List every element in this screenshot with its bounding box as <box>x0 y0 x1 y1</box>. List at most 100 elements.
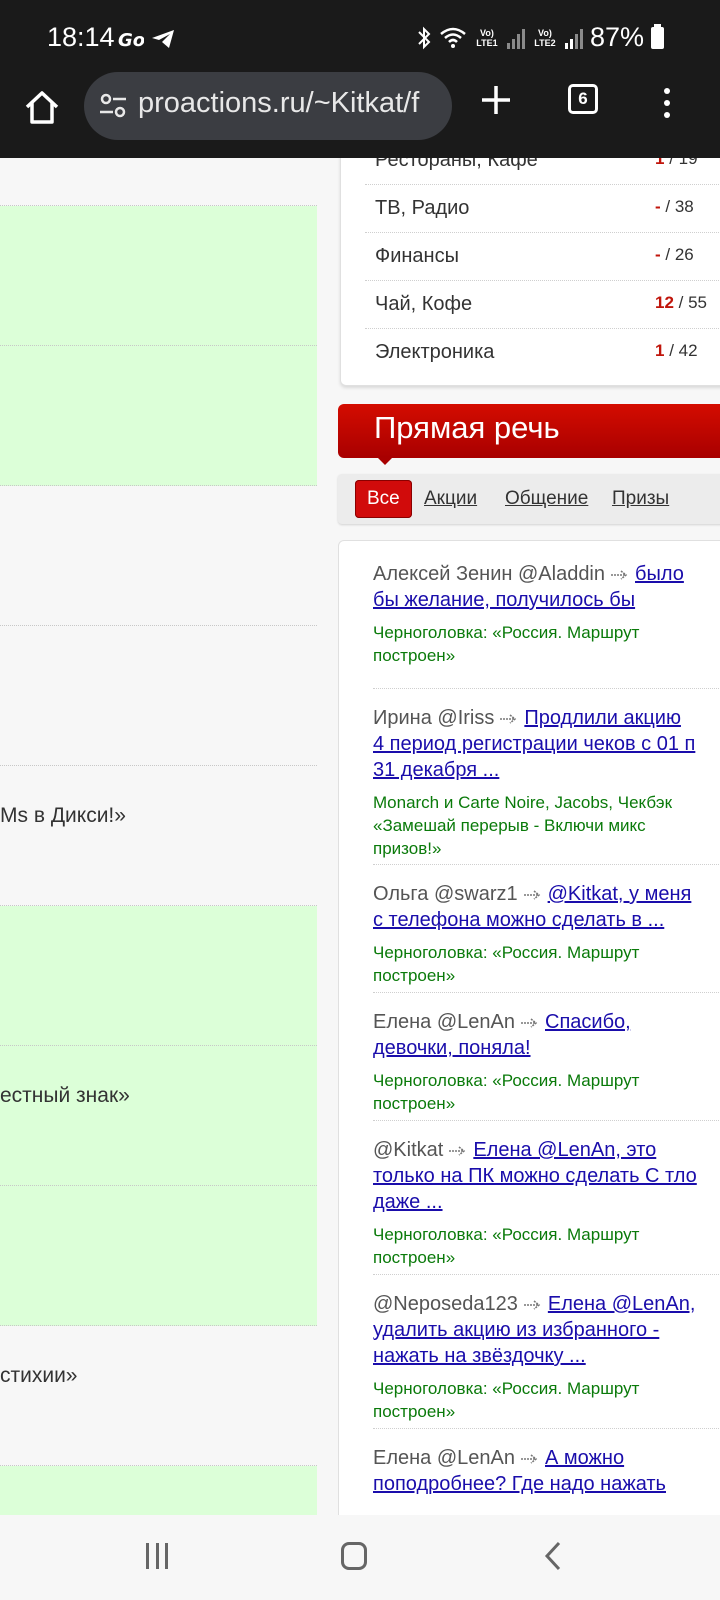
direct-speech-header: Прямая речь <box>338 404 720 465</box>
home-button-icon[interactable] <box>341 1542 367 1570</box>
tab-promos[interactable]: Акции <box>424 480 477 518</box>
list-item-title: естный знак» <box>0 1084 130 1107</box>
post-link[interactable]: даже ... <box>373 1191 443 1213</box>
list-item[interactable] <box>0 206 317 346</box>
category-row[interactable]: Рестораны, Кафе 1 / 19 <box>365 158 720 185</box>
post-source[interactable]: Черноголовка: «Россия. Маршрут построен» <box>373 1223 720 1269</box>
list-item: Ирина @Iriss Продлили акцию 4 период реги… <box>373 689 720 865</box>
list-item-title: Ms в Дикси!» <box>0 804 126 827</box>
status-right-group: Vo) LTE1 Vo) LTE2 87% <box>416 22 664 53</box>
category-row[interactable]: ТВ, Радио - / 38 <box>365 185 720 233</box>
list-item[interactable]: Ms в Дикси!» <box>0 766 317 906</box>
list-item[interactable] <box>0 906 317 1046</box>
post-link[interactable]: нажать на звёздочку ... <box>373 1345 586 1367</box>
post-link[interactable]: Елена @LenAn, <box>548 1293 696 1315</box>
left-promo-list: Ms в Дикси!» естный знак» стихии» <box>0 158 317 1515</box>
home-icon[interactable] <box>22 88 62 128</box>
more-menu-icon[interactable] <box>662 88 672 122</box>
post-link[interactable]: только на ПК можно сделать С тло <box>373 1165 697 1187</box>
category-name: Чай, Кофе <box>375 293 473 315</box>
tabs-icon[interactable]: 6 <box>568 84 598 114</box>
battery-icon <box>651 23 664 49</box>
back-icon[interactable] <box>543 1541 563 1571</box>
post-link[interactable]: Елена @LenAn, это <box>473 1139 656 1161</box>
site-settings-icon[interactable] <box>98 91 128 121</box>
post-source[interactable]: Черноголовка: «Россия. Маршрут построен» <box>373 1377 720 1423</box>
list-item[interactable]: стихии» <box>0 1326 317 1466</box>
wifi-icon <box>440 27 466 48</box>
signal-icon-2 <box>564 27 583 49</box>
list-item: @Kitkat Елена @LenAn, это только на ПК мо… <box>373 1121 720 1275</box>
filter-tabs: Все Акции Общение Призы <box>338 474 720 524</box>
reply-arrow-icon <box>611 570 628 580</box>
category-count: 12 / 55 <box>655 293 708 312</box>
list-item[interactable] <box>0 1466 317 1515</box>
web-content: Ms в Дикси!» естный знак» стихии» Рестор… <box>0 158 720 1515</box>
post-source[interactable]: Черноголовка: «Россия. Маршрут построен» <box>373 621 720 667</box>
bluetooth-icon <box>418 26 431 49</box>
direct-speech-title: Прямая речь <box>374 410 560 445</box>
post-source[interactable]: Черноголовка: «Россия. Маршрут построен» <box>373 941 720 987</box>
category-name: Электроника <box>375 341 495 363</box>
category-count: - / 26 <box>655 245 694 264</box>
reply-arrow-icon <box>521 1454 538 1464</box>
post-link[interactable]: девочки, поняла! <box>373 1037 531 1059</box>
category-count: 1 / 42 <box>655 341 698 360</box>
address-bar[interactable]: proactions.ru/~Kitkat/f <box>84 72 452 140</box>
list-item-title: стихии» <box>0 1364 78 1387</box>
reply-arrow-icon <box>523 1300 541 1310</box>
reply-arrow-icon <box>521 1018 538 1028</box>
tab-prizes[interactable]: Призы <box>612 480 669 518</box>
signal-icon <box>506 27 525 49</box>
list-item[interactable]: естный знак» <box>0 1046 317 1186</box>
category-list: Рестораны, Кафе 1 / 19 ТВ, Радио - / 38 … <box>340 158 720 386</box>
post-author[interactable]: Ирина @Iriss <box>373 707 494 729</box>
tab-all[interactable]: Все <box>355 480 412 518</box>
post-link[interactable]: с телефона можно сделать в ... <box>373 909 664 931</box>
post-link[interactable]: А можно <box>545 1447 624 1469</box>
category-row[interactable]: Чай, Кофе 12 / 55 <box>365 281 720 329</box>
post-link[interactable]: Продлили акцию <box>524 707 681 729</box>
post-author[interactable]: @Kitkat <box>373 1139 443 1161</box>
list-item[interactable] <box>0 486 317 626</box>
post-link[interactable]: 4 период регистрации чеков с 01 п <box>373 733 695 755</box>
category-count: - / 38 <box>655 197 694 216</box>
post-author[interactable]: Ольга @swarz1 <box>373 883 518 905</box>
recent-apps-icon[interactable] <box>146 1543 168 1571</box>
post-link[interactable]: поподробнее? Где надо нажать <box>373 1473 666 1495</box>
list-item[interactable] <box>0 346 317 486</box>
list-item[interactable] <box>0 626 317 766</box>
post-source[interactable]: Черноголовка: «Россия. Маршрут построен» <box>373 1069 720 1115</box>
new-tab-icon[interactable] <box>478 82 514 118</box>
reply-arrow-icon <box>500 714 517 724</box>
list-item: Елена @LenAn Спасибо, девочки, поняла! Че… <box>373 993 720 1121</box>
category-count: 1 / 19 <box>655 158 698 168</box>
post-link[interactable]: удалить акцию из избранного - <box>373 1319 659 1341</box>
post-author[interactable]: Елена @LenAn <box>373 1011 515 1033</box>
list-item[interactable] <box>0 158 317 206</box>
post-link[interactable]: было <box>635 563 684 585</box>
sim1-label: Vo) LTE1 <box>476 27 498 48</box>
go-app-icon: Go <box>118 30 144 50</box>
tab-chat[interactable]: Общение <box>505 480 588 518</box>
browser-toolbar: proactions.ru/~Kitkat/f 6 <box>0 72 720 158</box>
post-author[interactable]: Алексей Зенин @Aladdin <box>373 563 605 585</box>
post-source[interactable]: Monarch и Carte Noire, Jacobs, Чекбэк «За… <box>373 791 720 860</box>
list-item: Алексей Зенин @Aladdin было бы желание, п… <box>373 561 720 689</box>
list-item: Елена @LenAn А можно поподробнее? Где над… <box>373 1429 720 1515</box>
category-row[interactable]: Электроника 1 / 42 <box>365 329 720 377</box>
post-author[interactable]: @Neposeda123 <box>373 1293 518 1315</box>
list-item: Ольга @swarz1 @Kitkat, у меня с телефона … <box>373 865 720 993</box>
post-link[interactable]: Спасибо, <box>545 1011 631 1033</box>
list-item: @Neposeda123 Елена @LenAn, удалить акцию … <box>373 1275 720 1429</box>
category-row[interactable]: Финансы - / 26 <box>365 233 720 281</box>
status-app-icons: Go <box>118 28 176 50</box>
telegram-icon <box>152 30 174 48</box>
post-link[interactable]: @Kitkat, у меня <box>548 883 692 905</box>
sim2-label: Vo) LTE2 <box>534 27 556 48</box>
post-link[interactable]: 31 декабря ... <box>373 759 499 781</box>
post-author[interactable]: Елена @LenAn <box>373 1447 515 1469</box>
reply-arrow-icon <box>449 1146 466 1156</box>
post-link[interactable]: бы желание, получилось бы <box>373 589 635 611</box>
list-item[interactable] <box>0 1186 317 1326</box>
